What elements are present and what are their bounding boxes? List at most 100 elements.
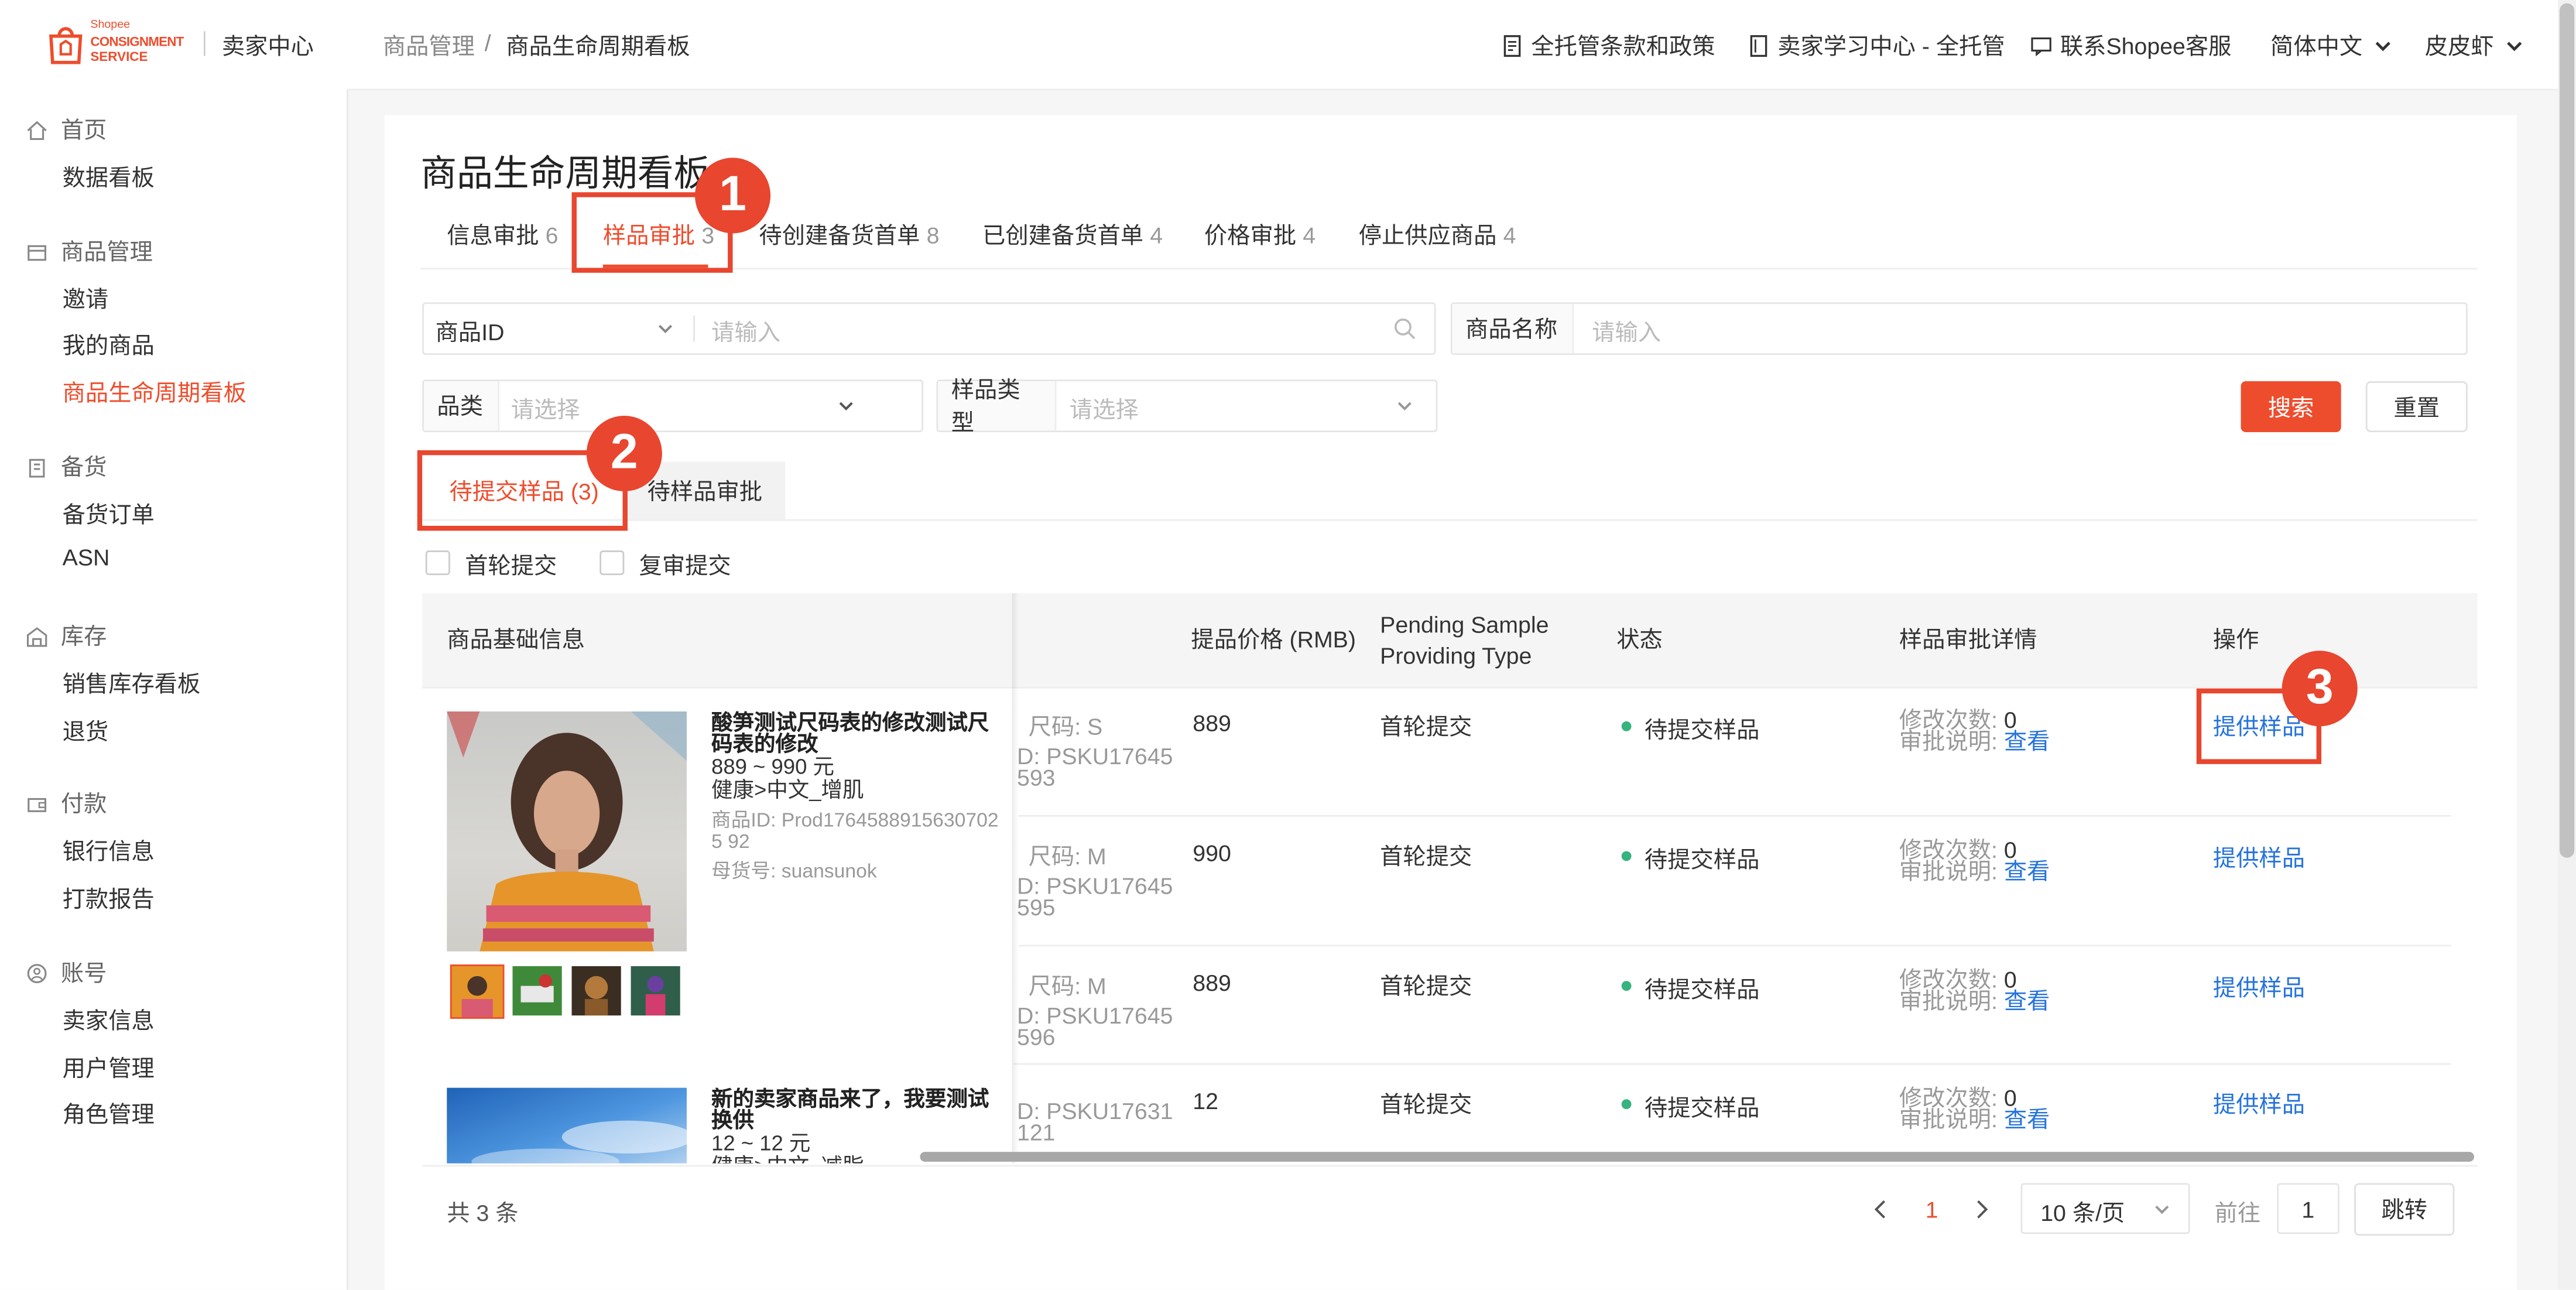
row3-size: 尺码: M	[1028, 973, 1107, 1000]
jump-button[interactable]: 跳转	[2354, 1183, 2455, 1236]
sidebar-item-stock-orders[interactable]: 备货订单	[63, 498, 155, 531]
product-main-image[interactable]	[447, 1087, 694, 1164]
product-id-input[interactable]: 请输入	[711, 316, 780, 348]
callout-badge-2: 2	[586, 415, 662, 492]
header-link-policy[interactable]: 全托管条款和政策	[1502, 30, 1715, 63]
sidebar-item-seller-info[interactable]: 卖家信息	[63, 1004, 155, 1037]
header-link-label: 联系Shopee客服	[2060, 33, 2232, 60]
chevron-left-icon[interactable]	[1871, 1198, 1891, 1221]
header-link-learning-center[interactable]: 卖家学习中心 - 全托管	[1748, 30, 2005, 63]
tab-count: 6	[545, 221, 559, 248]
header-link-customer-service[interactable]: 联系Shopee客服	[2030, 30, 2232, 63]
provide-sample-link[interactable]: 提供样品	[2213, 841, 2305, 874]
product-name[interactable]: 新的卖家商品来了，我要测试换供	[711, 1088, 1007, 1131]
header-link-label: 全托管条款和政策	[1531, 33, 1715, 60]
callout-badge-1: 1	[694, 158, 771, 234]
row2-sku: D: PSKU17645 595	[1016, 872, 1173, 921]
tab-label: 已创建备货首单	[982, 221, 1144, 248]
row2-type: 首轮提交	[1380, 843, 1472, 870]
page-scrollbar-thumb[interactable]	[2559, 3, 2575, 858]
sidebar-item-role-management[interactable]: 角色管理	[63, 1097, 155, 1130]
sidebar-section-payment[interactable]: 付款	[26, 787, 107, 820]
product-id-select[interactable]: 商品ID	[436, 316, 505, 348]
view-note-link[interactable]: 查看	[2004, 858, 2050, 884]
breadcrumb-root[interactable]: 商品管理	[383, 30, 475, 63]
chevron-down-icon[interactable]	[2152, 1199, 2172, 1219]
row4-price: 12	[1193, 1087, 1218, 1114]
logo-divider	[203, 31, 205, 56]
table-horizontal-scrollbar[interactable]	[920, 1152, 2475, 1162]
sample-type-label: 样品类型	[938, 377, 1057, 436]
product-thumbnail[interactable]	[571, 966, 621, 1016]
user-menu[interactable]: 皮皮虾	[2425, 30, 2533, 63]
sidebar-item-asn[interactable]: ASN	[63, 544, 110, 570]
product-icon	[28, 244, 47, 260]
chevron-down-icon	[2375, 42, 2390, 52]
status-dot	[1621, 851, 1632, 861]
provide-sample-link[interactable]: 提供样品	[2213, 1088, 2305, 1121]
sidebar-item-invite[interactable]: 邀请	[63, 283, 109, 316]
sidebar-section-inventory[interactable]: 库存	[26, 620, 107, 652]
sidebar-item-bank-info[interactable]: 银行信息	[63, 835, 155, 868]
tab-label: 停止供应商品	[1358, 221, 1497, 248]
chevron-down-icon[interactable]	[1395, 396, 1414, 416]
user-icon	[27, 963, 47, 983]
tab-stopped-supply[interactable]: 停止供应商品 4	[1359, 218, 1516, 251]
product-thumbnail[interactable]	[450, 964, 505, 1019]
sidebar-item-dashboard[interactable]: 数据看板	[63, 161, 155, 194]
product-main-image[interactable]	[447, 711, 687, 952]
sidebar-item-user-management[interactable]: 用户管理	[63, 1052, 155, 1084]
row2-detail: 修改次数: 0 审批说明: 查看	[1899, 836, 2050, 884]
header-action: 操作	[2212, 626, 2259, 653]
header-basic-info: 商品基础信息	[447, 626, 585, 653]
sidebar-item-payout-report[interactable]: 打款报告	[63, 882, 155, 915]
sidebar-section-stocking[interactable]: 备货	[26, 450, 107, 483]
category-select[interactable]: 请选择	[511, 393, 580, 426]
shopee-consignment-logo[interactable]: Shopee CONSIGNMENT SERVICE	[46, 20, 194, 69]
language-selector[interactable]: 简体中文	[2270, 30, 2402, 63]
product-name-input[interactable]: 请输入	[1592, 316, 1661, 348]
product-thumbnail[interactable]	[631, 966, 680, 1016]
product-category: 健康>中文_增肌	[711, 777, 864, 802]
sidebar-section-label: 库存	[60, 622, 107, 649]
sidebar-item-sales-inventory[interactable]: 销售库存看板	[63, 667, 201, 700]
view-note-link[interactable]: 查看	[2004, 728, 2050, 754]
goto-label: 前往	[2214, 1199, 2261, 1226]
header-providing-type-line2: Providing Type	[1380, 642, 1532, 669]
logo-line2: SERVICE	[90, 49, 148, 64]
product-thumbnail[interactable]	[512, 966, 562, 1016]
tab-info-approval[interactable]: 信息审批 6	[447, 218, 558, 251]
sidebar-section-label: 付款	[60, 790, 107, 817]
first-round-checkbox[interactable]	[425, 550, 450, 576]
tab-count: 4	[1150, 221, 1163, 248]
chevron-right-icon[interactable]	[1971, 1198, 1991, 1221]
tab-price-approval[interactable]: 价格审批 4	[1204, 218, 1316, 251]
search-icon[interactable]	[1393, 317, 1416, 340]
reset-button[interactable]: 重置	[2365, 381, 2468, 433]
sample-type-select[interactable]: 请选择	[1070, 393, 1139, 426]
chevron-down-icon[interactable]	[656, 319, 676, 338]
view-note-link[interactable]: 查看	[2004, 1106, 2050, 1132]
sidebar-item-returns[interactable]: 退货	[63, 715, 109, 748]
sidebar-section-products[interactable]: 商品管理	[26, 235, 153, 268]
sidebar-section-home[interactable]: 首页	[26, 114, 107, 146]
product-name[interactable]: 酸笋测试尺码表的修改测试尺码表的修改	[711, 711, 1007, 754]
tab-label: 待创建备货首单	[759, 221, 920, 248]
search-button[interactable]: 搜索	[2241, 381, 2341, 433]
logo-line1: CONSIGNMENT	[90, 34, 184, 50]
subtab-divider	[420, 519, 2478, 521]
row4-type: 首轮提交	[1380, 1091, 1472, 1118]
re-review-checkbox[interactable]	[600, 550, 625, 576]
sidebar-section-account[interactable]: 账号	[26, 956, 107, 989]
sidebar-item-lifecycle-board[interactable]: 商品生命周期看板	[63, 377, 246, 409]
page-number-current[interactable]: 1	[1926, 1196, 1938, 1223]
home-icon	[27, 120, 47, 139]
view-note-link[interactable]: 查看	[2004, 987, 2050, 1014]
tab-created-first-stock-order[interactable]: 已创建备货首单 4	[982, 218, 1163, 251]
chevron-down-icon[interactable]	[836, 396, 856, 416]
row3-sku: D: PSKU17645 596	[1016, 1002, 1173, 1051]
sidebar-item-my-products[interactable]: 我的商品	[63, 329, 155, 361]
tab-pending-first-stock-order[interactable]: 待创建备货首单 8	[759, 218, 939, 251]
sample-type-filter[interactable]: 样品类型	[936, 377, 1438, 436]
provide-sample-link[interactable]: 提供样品	[2213, 971, 2305, 1004]
